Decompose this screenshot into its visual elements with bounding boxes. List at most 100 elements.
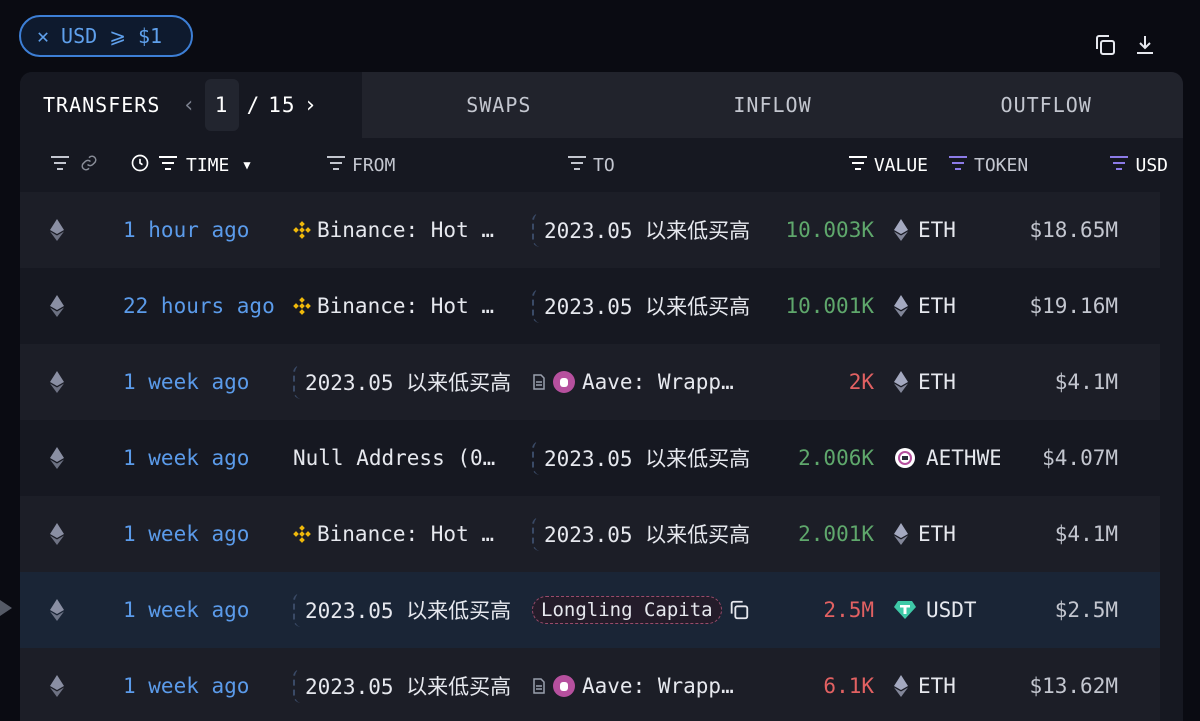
total-pages: 15 (268, 93, 296, 117)
from-address[interactable]: Binance: Hot … (317, 218, 494, 242)
copy-icon[interactable] (728, 599, 750, 621)
usd-cell: $19.16M (1029, 294, 1118, 318)
to-entity-tag[interactable]: Longling Capita (532, 596, 722, 624)
token-symbol: ETH (918, 294, 956, 318)
tab-transfers-label: TRANSFERS (43, 93, 161, 117)
filter-icon[interactable] (158, 155, 178, 176)
filter-label: USD ⩾ $1 (61, 24, 163, 48)
to-entity-pill[interactable]: 2023.05 以来低买高 (532, 441, 750, 475)
from-cell: Binance: Hot … (277, 522, 524, 546)
usd-cell: $4.1M (1054, 370, 1118, 394)
table-row[interactable]: 1 week ago 2023.05 以来低买高 Longling Capita 2.… (20, 572, 1160, 648)
token-symbol: AETHWE (926, 446, 1000, 470)
current-page[interactable]: 1 (204, 79, 239, 131)
from-entity-pill[interactable]: 2023.05 以来低买高 (293, 669, 511, 703)
ethereum-chain-icon (20, 371, 93, 393)
usd-header[interactable]: USD (1054, 155, 1168, 176)
from-cell: Null Address (0… (277, 446, 524, 470)
table-header: TIME ▼ FROM TO VALUE TOKEN USD (20, 138, 1183, 192)
token-cell[interactable]: ETH (874, 370, 1000, 394)
sort-down-icon[interactable]: ▼ (243, 158, 250, 172)
to-cell: 2023.05 以来低买高 (524, 441, 764, 475)
filter-icon[interactable] (848, 155, 868, 176)
token-cell[interactable]: USDT (874, 598, 1000, 622)
from-address[interactable]: Binance: Hot … (317, 294, 494, 318)
time-cell[interactable]: 22 hours ago (93, 294, 277, 318)
from-entity-pill[interactable]: 2023.05 以来低买高 (293, 365, 511, 399)
filter-icon[interactable] (948, 155, 968, 176)
token-cell[interactable]: AETHWE (874, 446, 1000, 470)
value-header[interactable]: VALUE (793, 155, 928, 176)
table-row[interactable]: 1 hour ago Binance: Hot … 2023.05 以来低买高 10.… (20, 192, 1160, 268)
token-cell[interactable]: ETH (874, 674, 1000, 698)
tab-inflow[interactable]: INFLOW (635, 72, 910, 138)
filter-icon[interactable] (567, 155, 587, 176)
time-cell[interactable]: 1 week ago (93, 446, 277, 470)
to-entity-pill[interactable]: 2023.05 以来低买高 (532, 213, 750, 247)
tab-transfers[interactable]: TRANSFERS ‹ 1 / 15 › (20, 72, 362, 138)
token-cell[interactable]: ETH (874, 294, 1000, 318)
tab-swaps[interactable]: SWAPS (362, 72, 636, 138)
ethereum-chain-icon (20, 675, 93, 697)
time-cell[interactable]: 1 week ago (93, 522, 277, 546)
ethereum-chain-icon (20, 599, 93, 621)
tab-outflow[interactable]: OUTFLOW (909, 72, 1183, 138)
chain-filter-header[interactable] (20, 154, 130, 177)
token-cell[interactable]: ETH (874, 218, 1000, 242)
eth-icon (894, 295, 908, 317)
to-cell: 2023.05 以来低买高 (524, 289, 764, 323)
copy-icon[interactable] (1092, 32, 1118, 58)
from-cell: Binance: Hot … (277, 294, 524, 318)
table-row[interactable]: 1 week ago Null Address (0… 2023.05 以来低买高 2… (20, 420, 1160, 496)
token-symbol: ETH (918, 674, 956, 698)
time-cell[interactable]: 1 hour ago (93, 218, 277, 242)
to-entity-pill[interactable]: 2023.05 以来低买高 (532, 289, 750, 323)
to-address[interactable]: Aave: Wrapp… (582, 674, 734, 698)
next-page-icon[interactable]: › (304, 93, 318, 118)
usd-filter-chip[interactable]: ✕ USD ⩾ $1 (19, 15, 193, 57)
close-icon[interactable]: ✕ (37, 24, 49, 48)
binance-icon (293, 525, 311, 543)
usd-cell: $4.1M (1054, 522, 1118, 546)
time-cell[interactable]: 1 week ago (93, 674, 277, 698)
token-symbol: ETH (918, 218, 956, 242)
link-icon[interactable] (80, 154, 98, 177)
to-entity-pill[interactable]: 2023.05 以来低买高 (532, 517, 750, 551)
usd-cell: $18.65M (1029, 218, 1118, 242)
token-cell[interactable]: ETH (874, 522, 1000, 546)
table-row[interactable]: 22 hours ago Binance: Hot … 2023.05 以来低买高 1… (20, 268, 1160, 344)
time-header[interactable]: TIME ▼ (130, 153, 306, 178)
eth-icon (894, 523, 908, 545)
usd-cell: $4.07M (1042, 446, 1118, 470)
filter-icon[interactable] (1109, 155, 1129, 176)
to-header[interactable]: TO (553, 155, 793, 176)
value-header-label: VALUE (873, 154, 928, 176)
table-row[interactable]: 1 week ago 2023.05 以来低买高 Aave: Wrapp… 6.1K E… (20, 648, 1160, 721)
to-address[interactable]: Aave: Wrapp… (582, 370, 734, 394)
value-cell: 2.006K (798, 446, 874, 470)
filter-icon[interactable] (326, 155, 346, 176)
from-address[interactable]: Binance: Hot … (317, 522, 494, 546)
download-icon[interactable] (1132, 32, 1158, 58)
table-row[interactable]: 1 week ago Binance: Hot … 2023.05 以来低买高 2.0… (20, 496, 1160, 572)
eth-icon (894, 675, 908, 697)
from-header[interactable]: FROM (306, 155, 553, 176)
prev-page-icon[interactable]: ‹ (182, 93, 196, 118)
to-header-label: TO (593, 154, 615, 176)
from-cell: 2023.05 以来低买高 (277, 365, 524, 399)
token-header[interactable]: TOKEN (928, 155, 1054, 176)
from-cell: 2023.05 以来低买高 (277, 669, 524, 703)
time-cell[interactable]: 1 week ago (93, 598, 277, 622)
filter-icon[interactable] (50, 155, 70, 176)
usd-header-label: USD (1135, 154, 1168, 176)
from-address[interactable]: Null Address (0… (293, 446, 495, 470)
eth-icon (894, 219, 908, 241)
to-cell: 2023.05 以来低买高 (524, 213, 764, 247)
ethereum-chain-icon (20, 447, 93, 469)
expand-arrow-icon[interactable] (0, 600, 12, 616)
time-cell[interactable]: 1 week ago (93, 370, 277, 394)
to-cell: Longling Capita (524, 596, 764, 624)
ethereum-chain-icon (20, 219, 93, 241)
table-row[interactable]: 1 week ago 2023.05 以来低买高 Aave: Wrapp… 2K ETH… (20, 344, 1160, 420)
from-entity-pill[interactable]: 2023.05 以来低买高 (293, 593, 511, 627)
